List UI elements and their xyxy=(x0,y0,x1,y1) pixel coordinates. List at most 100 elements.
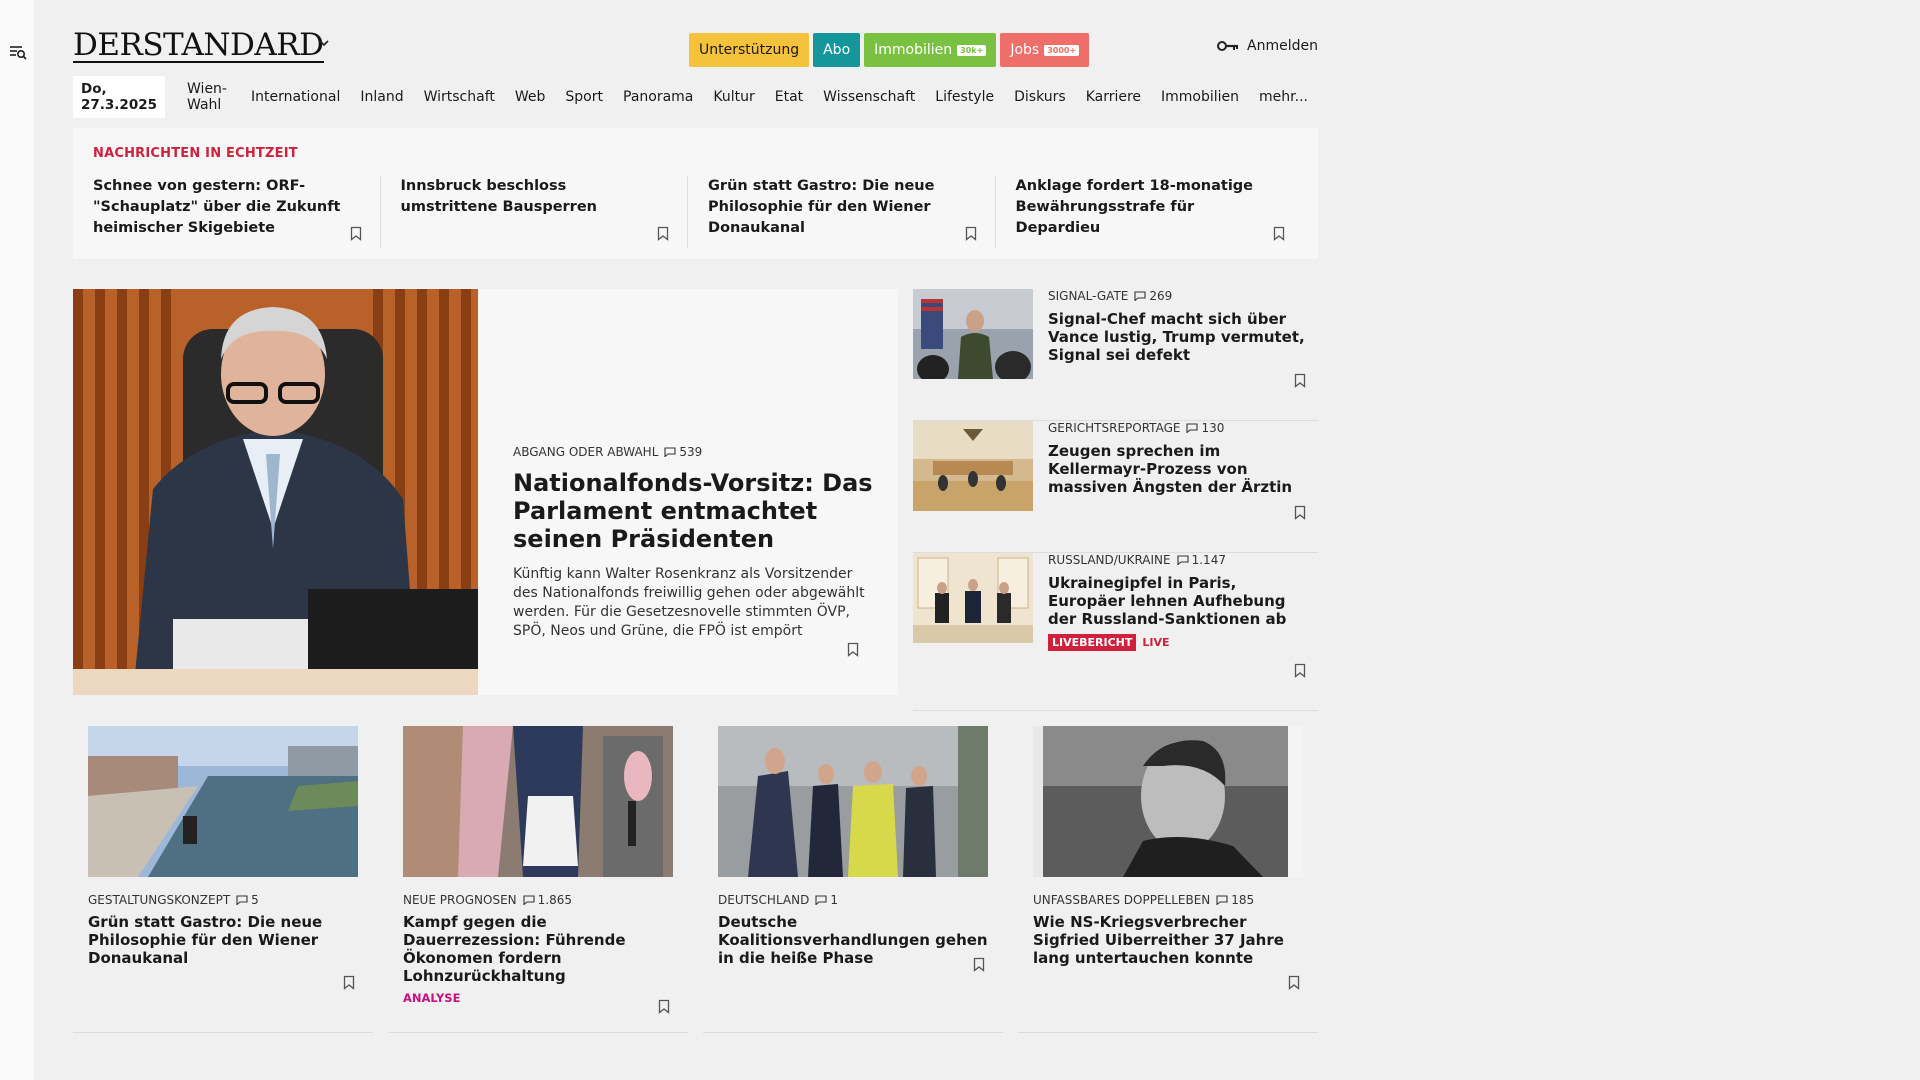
nav-item-immobilien[interactable]: Immobilien xyxy=(1151,84,1249,110)
comment-count-value: 1.865 xyxy=(537,893,573,907)
comment-count[interactable]: 1.147 xyxy=(1177,553,1226,567)
site-logo[interactable]: DERSTANDARD xyxy=(73,30,324,63)
card-image[interactable] xyxy=(718,726,988,877)
comment-count[interactable]: 5 xyxy=(236,893,259,907)
side-article-image[interactable] xyxy=(913,289,1033,379)
abo-button[interactable]: Abo xyxy=(813,33,861,67)
hero-title[interactable]: Nationalfonds-Vorsitz: Das Parlament ent… xyxy=(513,469,873,553)
article-card[interactable]: NEUE PROGNOSEN 1.865 Kampf gegen die Dau… xyxy=(388,711,688,1033)
news-ticker: NACHRICHTEN IN ECHTZEIT Schnee von geste… xyxy=(73,128,1318,259)
jobs-label: Jobs xyxy=(1010,42,1040,58)
nav-item-sport[interactable]: Sport xyxy=(555,84,613,110)
comment-count[interactable]: 1.865 xyxy=(523,893,572,907)
comment-icon xyxy=(1186,423,1199,433)
side-article-image[interactable] xyxy=(913,421,1033,511)
nav-item-wissenschaft[interactable]: Wissenschaft xyxy=(813,84,925,110)
main-nav: Do, 27.3.2025 Wien-Wahl International In… xyxy=(73,76,1318,118)
live-label: LIVE xyxy=(1142,636,1170,649)
bookmark-icon[interactable] xyxy=(1294,505,1306,520)
hero-article[interactable]: ABGANG ODER ABWAHL 539 Nationalfonds-Vor… xyxy=(73,289,898,695)
ticker-item[interactable]: Grün statt Gastro: Die neue Philosophie … xyxy=(708,176,996,248)
comment-count[interactable]: 269 xyxy=(1134,289,1172,303)
bookmark-icon[interactable] xyxy=(657,226,669,241)
side-article-text: RUSSLAND/UKRAINE 1.147 Ukrainegipfel in … xyxy=(1048,553,1313,651)
nav-item-kultur[interactable]: Kultur xyxy=(703,84,764,110)
hero-image[interactable] xyxy=(73,289,478,695)
ticker-list: Schnee von gestern: ORF-"Schauplatz" übe… xyxy=(93,176,1303,248)
card-kicker: DEUTSCHLAND 1 xyxy=(718,893,990,907)
bookmark-icon[interactable] xyxy=(973,957,985,972)
bookmark-icon[interactable] xyxy=(1294,373,1306,388)
comment-count[interactable]: 185 xyxy=(1216,893,1254,907)
side-article-text: SIGNAL-GATE 269 Signal-Chef macht sich ü… xyxy=(1048,289,1313,364)
comment-count-value: 269 xyxy=(1149,289,1173,303)
ticker-item-title: Innsbruck beschloss umstrittene Bausperr… xyxy=(400,178,597,215)
card-title[interactable]: Wie NS-Kriegsverbrecher Sigfried Uiberre… xyxy=(1033,913,1305,967)
support-button[interactable]: Unterstützung xyxy=(689,33,810,67)
header: DERSTANDARD Unterstützung Abo Immobilien… xyxy=(73,30,1318,70)
nav-item-web[interactable]: Web xyxy=(505,84,556,110)
ticker-item[interactable]: Anklage fordert 18-monatige Bewährungsst… xyxy=(1016,176,1303,248)
login-label: Anmelden xyxy=(1247,38,1318,54)
jobs-button[interactable]: Jobs 3000+ xyxy=(1000,33,1090,67)
ticker-item[interactable]: Innsbruck beschloss umstrittene Bausperr… xyxy=(401,176,689,248)
comment-count[interactable]: 130 xyxy=(1186,421,1224,435)
ticker-item-title: Grün statt Gastro: Die neue Philosophie … xyxy=(708,178,935,236)
bookmark-icon[interactable] xyxy=(1273,226,1285,241)
comment-icon xyxy=(1134,291,1146,301)
left-sidebar xyxy=(0,0,34,1080)
side-article[interactable]: GERICHTSREPORTAGE 130 Zeugen sprechen im… xyxy=(913,421,1318,553)
ticker-item[interactable]: Schnee von gestern: ORF-"Schauplatz" übe… xyxy=(93,176,381,248)
nav-item-inland[interactable]: Inland xyxy=(350,84,413,110)
chevron-down-icon[interactable] xyxy=(317,36,331,50)
bookmark-icon[interactable] xyxy=(350,226,362,241)
nav-item-international[interactable]: International xyxy=(241,84,350,110)
bookmark-icon[interactable] xyxy=(1294,663,1306,678)
bookmark-icon[interactable] xyxy=(343,975,355,990)
nav-item-diskurs[interactable]: Diskurs xyxy=(1004,84,1076,110)
nav-item-lifestyle[interactable]: Lifestyle xyxy=(925,84,1004,110)
side-article[interactable]: RUSSLAND/UKRAINE 1.147 Ukrainegipfel in … xyxy=(913,553,1318,711)
immobilien-count-badge: 30k+ xyxy=(957,44,987,56)
login-button[interactable]: Anmelden xyxy=(1217,38,1318,54)
menu-search-icon[interactable] xyxy=(8,42,28,62)
nav-item-wien-wahl[interactable]: Wien-Wahl xyxy=(177,76,241,118)
side-article-title[interactable]: Signal-Chef macht sich über Vance lustig… xyxy=(1048,310,1313,364)
card-kicker-label: DEUTSCHLAND xyxy=(718,893,810,907)
article-card[interactable]: GESTALTUNGSKONZEPT 5 Grün statt Gastro: … xyxy=(73,711,373,1033)
card-image[interactable] xyxy=(88,726,358,877)
article-card[interactable]: UNFASSBARES DOPPELLEBEN 185 Wie NS-Krieg… xyxy=(1018,711,1318,1033)
comment-icon xyxy=(815,895,827,905)
nav-item-wirtschaft[interactable]: Wirtschaft xyxy=(414,84,505,110)
card-image[interactable] xyxy=(1033,726,1303,877)
nav-item-karriere[interactable]: Karriere xyxy=(1076,84,1151,110)
nav-item-more[interactable]: mehr... xyxy=(1249,84,1318,110)
comment-count[interactable]: 539 xyxy=(664,445,702,459)
card-title[interactable]: Deutsche Koalitionsverhandlungen gehen i… xyxy=(718,913,990,967)
ticker-item-title: Anklage fordert 18-monatige Bewährungsst… xyxy=(1015,178,1254,236)
article-card[interactable]: DEUTSCHLAND 1 Deutsche Koalitionsverhand… xyxy=(703,711,1003,1033)
bookmark-icon[interactable] xyxy=(658,999,670,1014)
key-icon xyxy=(1217,41,1239,51)
side-article-title[interactable]: Ukrainegipfel in Paris, Europäer lehnen … xyxy=(1048,574,1313,628)
article-cards: GESTALTUNGSKONZEPT 5 Grün statt Gastro: … xyxy=(73,711,1318,1033)
comment-icon xyxy=(1216,895,1228,905)
bookmark-icon[interactable] xyxy=(1288,975,1300,990)
abo-label: Abo xyxy=(823,42,851,58)
liveticker-badge: LIVEBERICHT xyxy=(1048,634,1137,651)
immobilien-button[interactable]: Immobilien 30k+ xyxy=(864,33,997,67)
card-text: UNFASSBARES DOPPELLEBEN 185 Wie NS-Krieg… xyxy=(1033,893,1305,967)
nav-item-etat[interactable]: Etat xyxy=(765,84,813,110)
comment-count[interactable]: 1 xyxy=(815,893,838,907)
nav-item-panorama[interactable]: Panorama xyxy=(613,84,703,110)
card-title[interactable]: Grün statt Gastro: Die neue Philosophie … xyxy=(88,913,360,967)
comment-icon xyxy=(1177,555,1189,565)
card-image[interactable] xyxy=(403,726,673,877)
bookmark-icon[interactable] xyxy=(965,226,977,241)
side-article-image[interactable] xyxy=(913,553,1033,643)
side-article-title[interactable]: Zeugen sprechen im Kellermayr-Prozess vo… xyxy=(1048,442,1313,496)
card-title[interactable]: Kampf gegen die Dauerrezession: Führende… xyxy=(403,913,675,985)
side-kicker: RUSSLAND/UKRAINE 1.147 xyxy=(1048,553,1313,567)
side-article[interactable]: SIGNAL-GATE 269 Signal-Chef macht sich ü… xyxy=(913,289,1318,421)
bookmark-icon[interactable] xyxy=(847,642,859,657)
